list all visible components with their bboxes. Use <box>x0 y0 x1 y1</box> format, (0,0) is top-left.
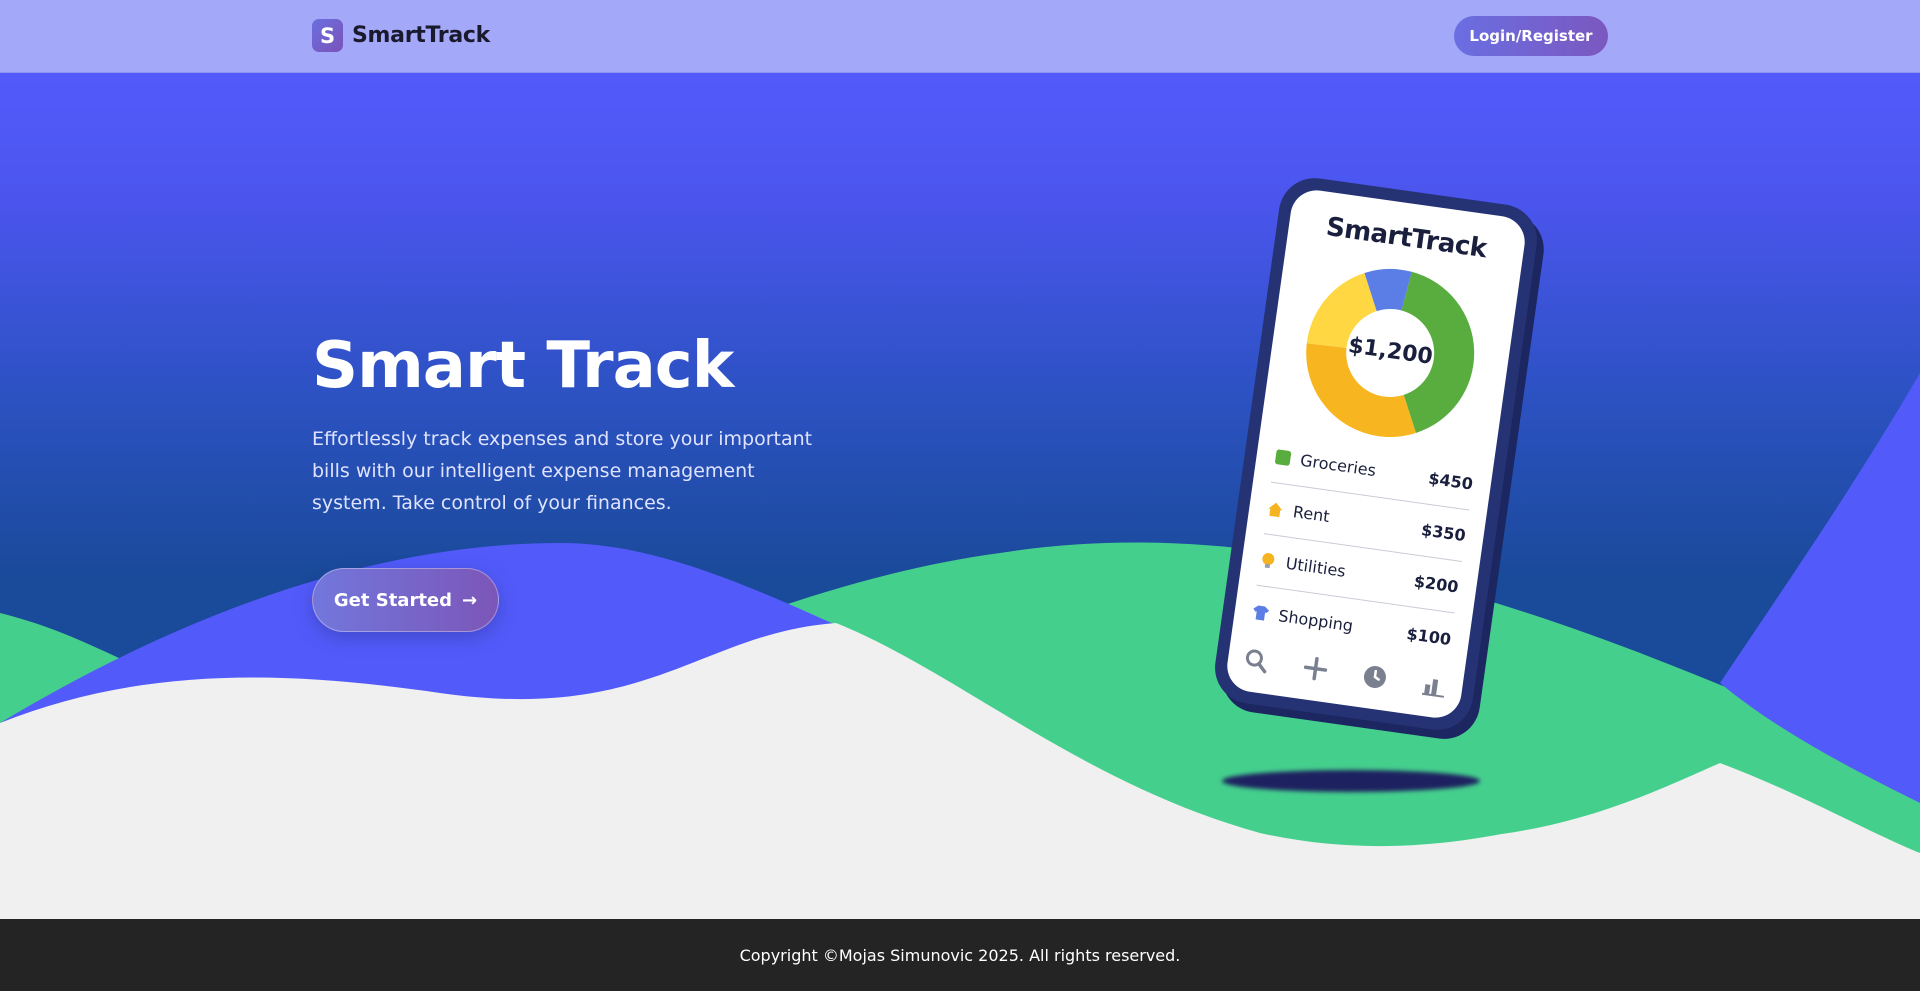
copyright-text: Copyright ©Mojas Simunovic 2025. All rig… <box>739 945 1181 965</box>
plus-icon[interactable] <box>1300 653 1332 685</box>
get-started-button[interactable]: Get Started → <box>312 568 499 632</box>
bar-chart-icon[interactable] <box>1419 670 1451 702</box>
arrow-right-icon: → <box>462 589 478 611</box>
brand[interactable]: S SmartTrack <box>312 19 490 52</box>
expense-amount: $350 <box>1420 520 1467 546</box>
expense-name: Utilities <box>1284 553 1347 581</box>
top-navbar: S SmartTrack Login/Register <box>0 0 1920 73</box>
search-icon[interactable] <box>1240 645 1272 677</box>
get-started-label: Get Started <box>333 589 453 611</box>
expense-name: Groceries <box>1299 450 1378 481</box>
expense-amount: $100 <box>1405 623 1453 649</box>
lightbulb-icon <box>1259 551 1277 569</box>
expense-list: Groceries $450 Rent $350 Utilities $200 … <box>1249 431 1477 665</box>
expense-name: Shopping <box>1277 605 1355 635</box>
clock-icon[interactable] <box>1359 661 1391 693</box>
house-icon <box>1266 500 1284 518</box>
hero-background <box>0 73 1920 919</box>
phone-shadow <box>1222 770 1480 792</box>
expense-amount: $450 <box>1427 468 1475 494</box>
hero-title: Smart Track <box>312 329 734 403</box>
landing-page: S SmartTrack Login/Register Smart Track … <box>0 0 1920 991</box>
shirt-icon <box>1252 603 1270 621</box>
login-register-button[interactable]: Login/Register <box>1454 16 1608 56</box>
hero-description: Effortlessly track expenses and store yo… <box>312 428 813 514</box>
logo-icon: S <box>312 19 343 52</box>
footer: Copyright ©Mojas Simunovic 2025. All rig… <box>0 919 1920 991</box>
brand-name: SmartTrack <box>352 23 490 48</box>
square-icon <box>1274 448 1292 466</box>
expense-amount: $200 <box>1412 571 1460 597</box>
hero-section: Smart Track Effortlessly track expenses … <box>0 73 1920 919</box>
expense-name: Rent <box>1291 502 1331 527</box>
